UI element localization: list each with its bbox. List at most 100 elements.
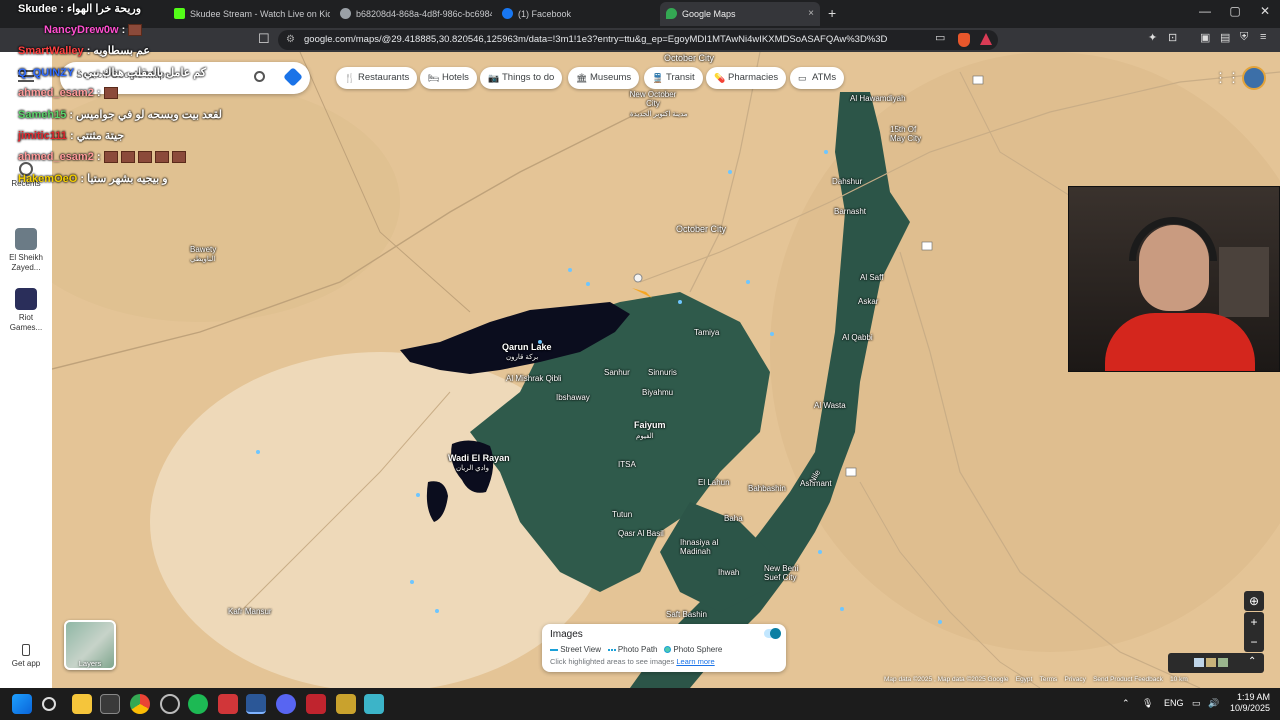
label-ihnasiya[interactable]: Ihnasiya al Madinah — [680, 538, 736, 556]
app-icon-active[interactable] — [246, 694, 266, 714]
images-toggle[interactable] — [764, 628, 781, 639]
label-el-lahun[interactable]: El Lahun — [698, 478, 730, 487]
chrome-icon[interactable] — [130, 694, 150, 714]
label-october-city[interactable]: October City — [664, 53, 714, 63]
menu-icon[interactable]: ≡ — [1260, 31, 1266, 43]
tray-overflow-icon[interactable]: ⌃ — [1122, 698, 1130, 709]
label-kafr-mansur[interactable]: Kafr Mansur — [228, 607, 272, 616]
label-al-qabbi[interactable]: Al Qabbi — [842, 333, 873, 342]
riot-client-icon[interactable] — [306, 694, 326, 714]
rail-saved-riot-games[interactable]: Riot Games... — [2, 288, 50, 333]
tab-uuid[interactable]: b68208d4-868a-4d8f-986c-bc6984... — [334, 2, 492, 26]
site-info-icon[interactable]: ⚙ — [286, 30, 295, 50]
clock[interactable]: 1:19 AM 10/9/2025 — [1226, 692, 1270, 714]
label-ibshaway[interactable]: Ibshaway — [556, 393, 590, 402]
bookmark-icon[interactable]: ☐ — [258, 31, 270, 47]
footer-link-privacy[interactable]: Privacy — [1065, 676, 1086, 683]
minimize-button[interactable]: — — [1190, 4, 1220, 18]
label-qasr-al-basil[interactable]: Qasr Al Basil — [618, 529, 664, 538]
label-barnasht[interactable]: Barnasht — [834, 207, 866, 216]
layers-button[interactable]: Layers — [64, 620, 116, 670]
label-dahshur[interactable]: Dahshur — [832, 177, 862, 186]
chip-transit[interactable]: 🚆 Transit — [644, 67, 703, 89]
start-button-icon[interactable] — [12, 694, 32, 714]
label-ihwah[interactable]: Ihwah — [718, 568, 739, 577]
store-icon[interactable] — [100, 694, 120, 714]
vpn-icon[interactable]: ⛨ — [1240, 31, 1248, 44]
volume-icon[interactable]: 🔊 — [1208, 698, 1219, 709]
avatar[interactable] — [1242, 66, 1266, 90]
spotify-icon[interactable] — [188, 694, 208, 714]
label-askar[interactable]: Askar — [858, 297, 878, 306]
label-al-hawamdiyah[interactable]: Al Hawamdiyah — [850, 94, 906, 103]
chip-atms[interactable]: ▭ ATMs — [790, 67, 845, 89]
label-qarun-lake[interactable]: Qarun Lake — [502, 342, 552, 352]
label-baha[interactable]: Baha — [724, 514, 743, 523]
tab-google-maps[interactable]: Google Maps × — [660, 2, 820, 26]
chat-message: Skudee : وريحة خرا الهواء — [18, 3, 142, 15]
label-bahbashin[interactable]: Bahbashin — [748, 484, 786, 493]
directions-icon[interactable] — [283, 67, 303, 87]
label-saft-bashin[interactable]: Saft Bashin — [666, 610, 707, 619]
tab-kick[interactable]: Skudee Stream - Watch Live on Kick — [168, 2, 330, 26]
label-sanhur[interactable]: Sanhur — [604, 368, 630, 377]
chip-things-to-do[interactable]: 📷 Things to do — [480, 67, 563, 89]
label-new-beni-suef[interactable]: New Beni Suef City — [764, 564, 804, 582]
chevron-up-icon[interactable]: ⌃ — [1248, 656, 1256, 667]
chip-restaurants[interactable]: 🍴 Restaurants — [336, 67, 418, 89]
microphone-icon[interactable]: 🎙 — [1142, 698, 1153, 709]
footer-link-terms[interactable]: Terms — [1040, 676, 1058, 683]
network-icon[interactable]: ▭ — [1192, 698, 1201, 709]
label-october-city-2[interactable]: October City — [676, 224, 726, 234]
discord-icon[interactable] — [276, 694, 296, 714]
steam-icon[interactable] — [160, 694, 180, 714]
label-wadi-el-rayan[interactable]: Wadi El Rayan — [448, 453, 510, 463]
zoom-out-button[interactable]: − — [1244, 632, 1264, 652]
file-explorer-icon[interactable] — [72, 694, 92, 714]
brave-shield-icon[interactable] — [958, 33, 970, 47]
label-tamiya[interactable]: Tamiya — [694, 328, 719, 337]
search-icon[interactable] — [42, 697, 56, 711]
learn-more-link[interactable]: Learn more — [676, 657, 714, 666]
extensions-icon[interactable]: ✦ — [1148, 31, 1157, 44]
label-al-mishrak[interactable]: Al Mishrak Qibli — [506, 374, 562, 383]
label-sinnuris[interactable]: Sinnuris — [648, 368, 677, 377]
label-faiyum[interactable]: Faiyum — [634, 420, 666, 430]
wallet-icon[interactable]: ▤ — [1220, 31, 1230, 44]
label-biyahmu[interactable]: Biyahmu — [642, 388, 673, 397]
label-new-october-city[interactable]: New October City — [628, 90, 678, 108]
tab-facebook[interactable]: (1) Facebook — [496, 2, 654, 26]
footer-link-egypt[interactable]: Egypt — [1016, 676, 1033, 683]
brave-rewards-icon[interactable] — [980, 33, 992, 45]
zoom-in-button[interactable]: + — [1244, 612, 1264, 632]
close-tab-icon[interactable]: × — [808, 2, 814, 26]
chip-hotels[interactable]: 🛏 Hotels — [420, 67, 477, 89]
rail-get-app[interactable]: Get app — [2, 644, 50, 669]
map-type-strip[interactable]: ⌃ — [1168, 653, 1264, 673]
search-icon[interactable] — [254, 71, 265, 82]
google-apps-icon[interactable]: ⋮⋮ — [1214, 70, 1240, 86]
label-tutun[interactable]: Tutun — [612, 510, 632, 519]
sidebar-icon[interactable]: ▣ — [1200, 31, 1210, 44]
new-tab-button[interactable]: + — [828, 5, 836, 21]
cast-icon[interactable]: ▭ — [935, 31, 945, 44]
label-itsa[interactable]: ITSA — [618, 460, 636, 469]
scale-bar[interactable]: 10 km — [1170, 676, 1188, 683]
language-indicator[interactable]: ENG — [1164, 698, 1184, 708]
footer-link-feedback[interactable]: Send Product Feedback — [1093, 676, 1163, 683]
app-icon-red[interactable] — [218, 694, 238, 714]
address-bar[interactable]: ⚙ google.com/maps/@29.418885,30.820546,1… — [278, 30, 998, 50]
label-al-saff[interactable]: Al Saff — [860, 273, 883, 282]
app-icon-yellow[interactable] — [336, 694, 356, 714]
label-15th-of-may-city[interactable]: 15th Of May City — [890, 125, 930, 143]
my-location-button[interactable]: ⊕ — [1244, 591, 1264, 611]
label-bawety[interactable]: Bawety — [190, 245, 216, 254]
chip-pharmacies[interactable]: 💊 Pharmacies — [706, 67, 787, 89]
app-icon-teal[interactable] — [364, 694, 384, 714]
maximize-button[interactable]: ▢ — [1220, 4, 1250, 18]
close-window-button[interactable]: ✕ — [1250, 4, 1280, 18]
label-al-wasta[interactable]: Al Wasta — [814, 401, 846, 410]
screenshot-icon[interactable]: ⊡ — [1168, 31, 1177, 44]
rail-saved-el-sheikh-zayed[interactable]: El Sheikh Zayed... — [2, 228, 50, 273]
chip-museums[interactable]: 🏛 Museums — [568, 67, 640, 89]
